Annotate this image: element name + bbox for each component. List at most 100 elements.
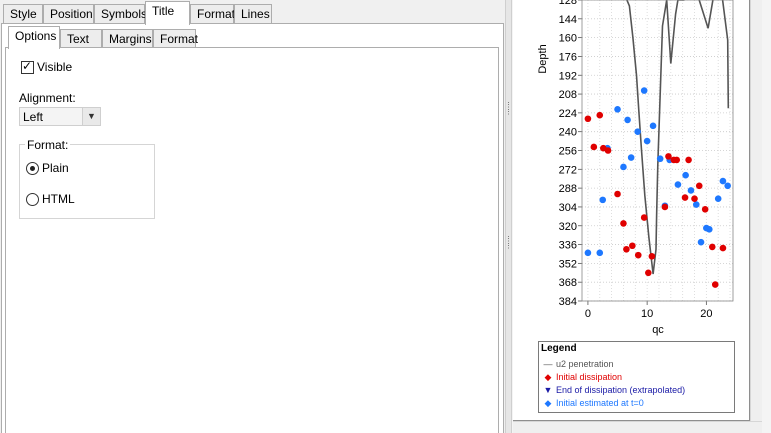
y-axis-label: Depth (537, 44, 549, 73)
data-point (687, 187, 695, 194)
format-html-label: HTML (42, 192, 75, 206)
data-point (714, 195, 722, 203)
data-point (649, 122, 657, 130)
tab-margins[interactable]: Margins (102, 29, 153, 49)
y-tick-label: 144 (559, 14, 577, 26)
visible-checkbox[interactable]: ✓ (21, 58, 34, 74)
panel-splitter[interactable] (505, 0, 512, 433)
y-tick-label: 208 (559, 89, 577, 101)
diamond-icon: ◆ (544, 397, 552, 408)
data-point (682, 171, 689, 179)
format-plain-radio-row[interactable]: Plain (26, 161, 69, 175)
data-point (604, 147, 612, 154)
y-tick-label: 320 (559, 221, 577, 233)
tab-title[interactable]: Title (145, 1, 190, 25)
line-icon: — (543, 359, 553, 369)
data-point (599, 196, 607, 204)
data-point (648, 253, 656, 260)
alignment-select[interactable]: Left ▼ (19, 107, 101, 126)
y-tick-label: 256 (559, 146, 577, 158)
legend-label: End of dissipation (extrapolated) (556, 385, 686, 395)
y-tick-label: 336 (559, 240, 577, 252)
tab-style[interactable]: Style (3, 4, 43, 24)
data-point (634, 128, 641, 135)
splitter-grip-icon[interactable]: ⋮ ⋮ (505, 236, 512, 250)
data-point (596, 249, 604, 257)
legend-item-end-dissipation: ▼ End of dissipation (extrapolated) (542, 384, 686, 396)
data-point (685, 156, 692, 164)
data-point (725, 304, 732, 311)
tab-options[interactable]: Options (8, 26, 60, 49)
y-tick-label: 352 (559, 258, 577, 270)
chart-legend: Legend — u2 penetration ◆ Initial dissip… (538, 341, 735, 413)
splitter-grip-icon[interactable]: ⋮ ⋮ (505, 102, 512, 116)
y-tick-labels: 128 144 160 176 192 208 224 240 256 272 288 304 320 3… (559, 0, 577, 308)
data-point (640, 214, 648, 221)
triangle-down-icon: ▼ (543, 385, 553, 395)
data-point (701, 205, 709, 213)
vertical-scrollbar[interactable] (750, 0, 762, 421)
alignment-value: Left (23, 110, 44, 124)
radio-selected-dot (30, 165, 35, 171)
data-point (634, 251, 642, 259)
y-tick-label: 384 (559, 296, 577, 308)
options-tab-panel (5, 47, 499, 433)
tab-format[interactable]: Format (190, 4, 235, 24)
diamond-icon: ◆ (544, 371, 552, 382)
tab-text[interactable]: Text (60, 29, 102, 49)
data-point (719, 244, 727, 252)
data-point (623, 245, 630, 253)
data-point (697, 238, 705, 246)
legend-label: Initial estimated at t=0 (556, 398, 644, 408)
x-axis-label: qc (652, 324, 664, 336)
alignment-label: Alignment: (19, 91, 76, 105)
y-tick-label: 272 (559, 164, 577, 176)
tab-sub-format[interactable]: Format (153, 29, 198, 49)
y-tick-label: 176 (559, 51, 577, 63)
sub-tabstrip: Options Text Margins Format (5, 26, 205, 49)
x-tick-labels: 0 10 20 (585, 308, 713, 320)
visible-checkbox-row[interactable]: ✓ Visible (21, 59, 72, 75)
tab-symbols[interactable]: Symbols (94, 4, 147, 24)
data-point (695, 182, 703, 190)
data-point (614, 106, 621, 113)
data-point (661, 203, 669, 211)
y-tick-label: 160 (559, 33, 577, 45)
data-point (656, 155, 664, 163)
checkmark-icon: ✓ (22, 58, 33, 73)
data-point (673, 156, 681, 164)
y-tick-label: 288 (559, 183, 577, 195)
data-point (620, 163, 627, 171)
data-point (624, 116, 631, 124)
data-point (640, 87, 648, 94)
format-group-label: Format: (25, 138, 71, 152)
legend-item-u2: — u2 penetration (542, 358, 614, 370)
format-plain-label: Plain (42, 161, 69, 175)
tab-lines[interactable]: Lines (234, 4, 272, 24)
data-point (719, 177, 727, 185)
format-html-radio-row[interactable]: HTML (26, 192, 75, 206)
y-tick-label: 368 (559, 277, 577, 289)
format-html-radio[interactable] (26, 192, 39, 206)
depth-qc-chart: 128 144 160 176 192 208 224 240 256 272 288 304 320 3… (537, 0, 734, 336)
y-tick-label: 304 (559, 202, 577, 214)
y-tick-label: 128 (559, 0, 577, 7)
data-point (614, 190, 621, 198)
data-point (643, 137, 651, 145)
visible-label: Visible (37, 60, 73, 74)
y-tick-label: 192 (559, 70, 577, 82)
data-point (627, 154, 635, 161)
legend-item-initial-estimated: ◆ Initial estimated at t=0 (542, 397, 644, 409)
data-point (584, 249, 592, 257)
data-point (681, 194, 689, 201)
data-point (629, 242, 636, 250)
data-point (674, 181, 682, 188)
format-plain-radio[interactable] (26, 161, 39, 175)
chevron-down-icon[interactable]: ▼ (82, 108, 100, 125)
y-tick-label: 240 (559, 127, 577, 139)
data-point (590, 143, 598, 151)
top-tabstrip: Style Position Symbols Title Format Line… (0, 0, 505, 25)
tab-position[interactable]: Position (43, 4, 94, 24)
x-tick-label: 10 (641, 308, 653, 320)
horizontal-scrollbar[interactable] (513, 421, 762, 433)
